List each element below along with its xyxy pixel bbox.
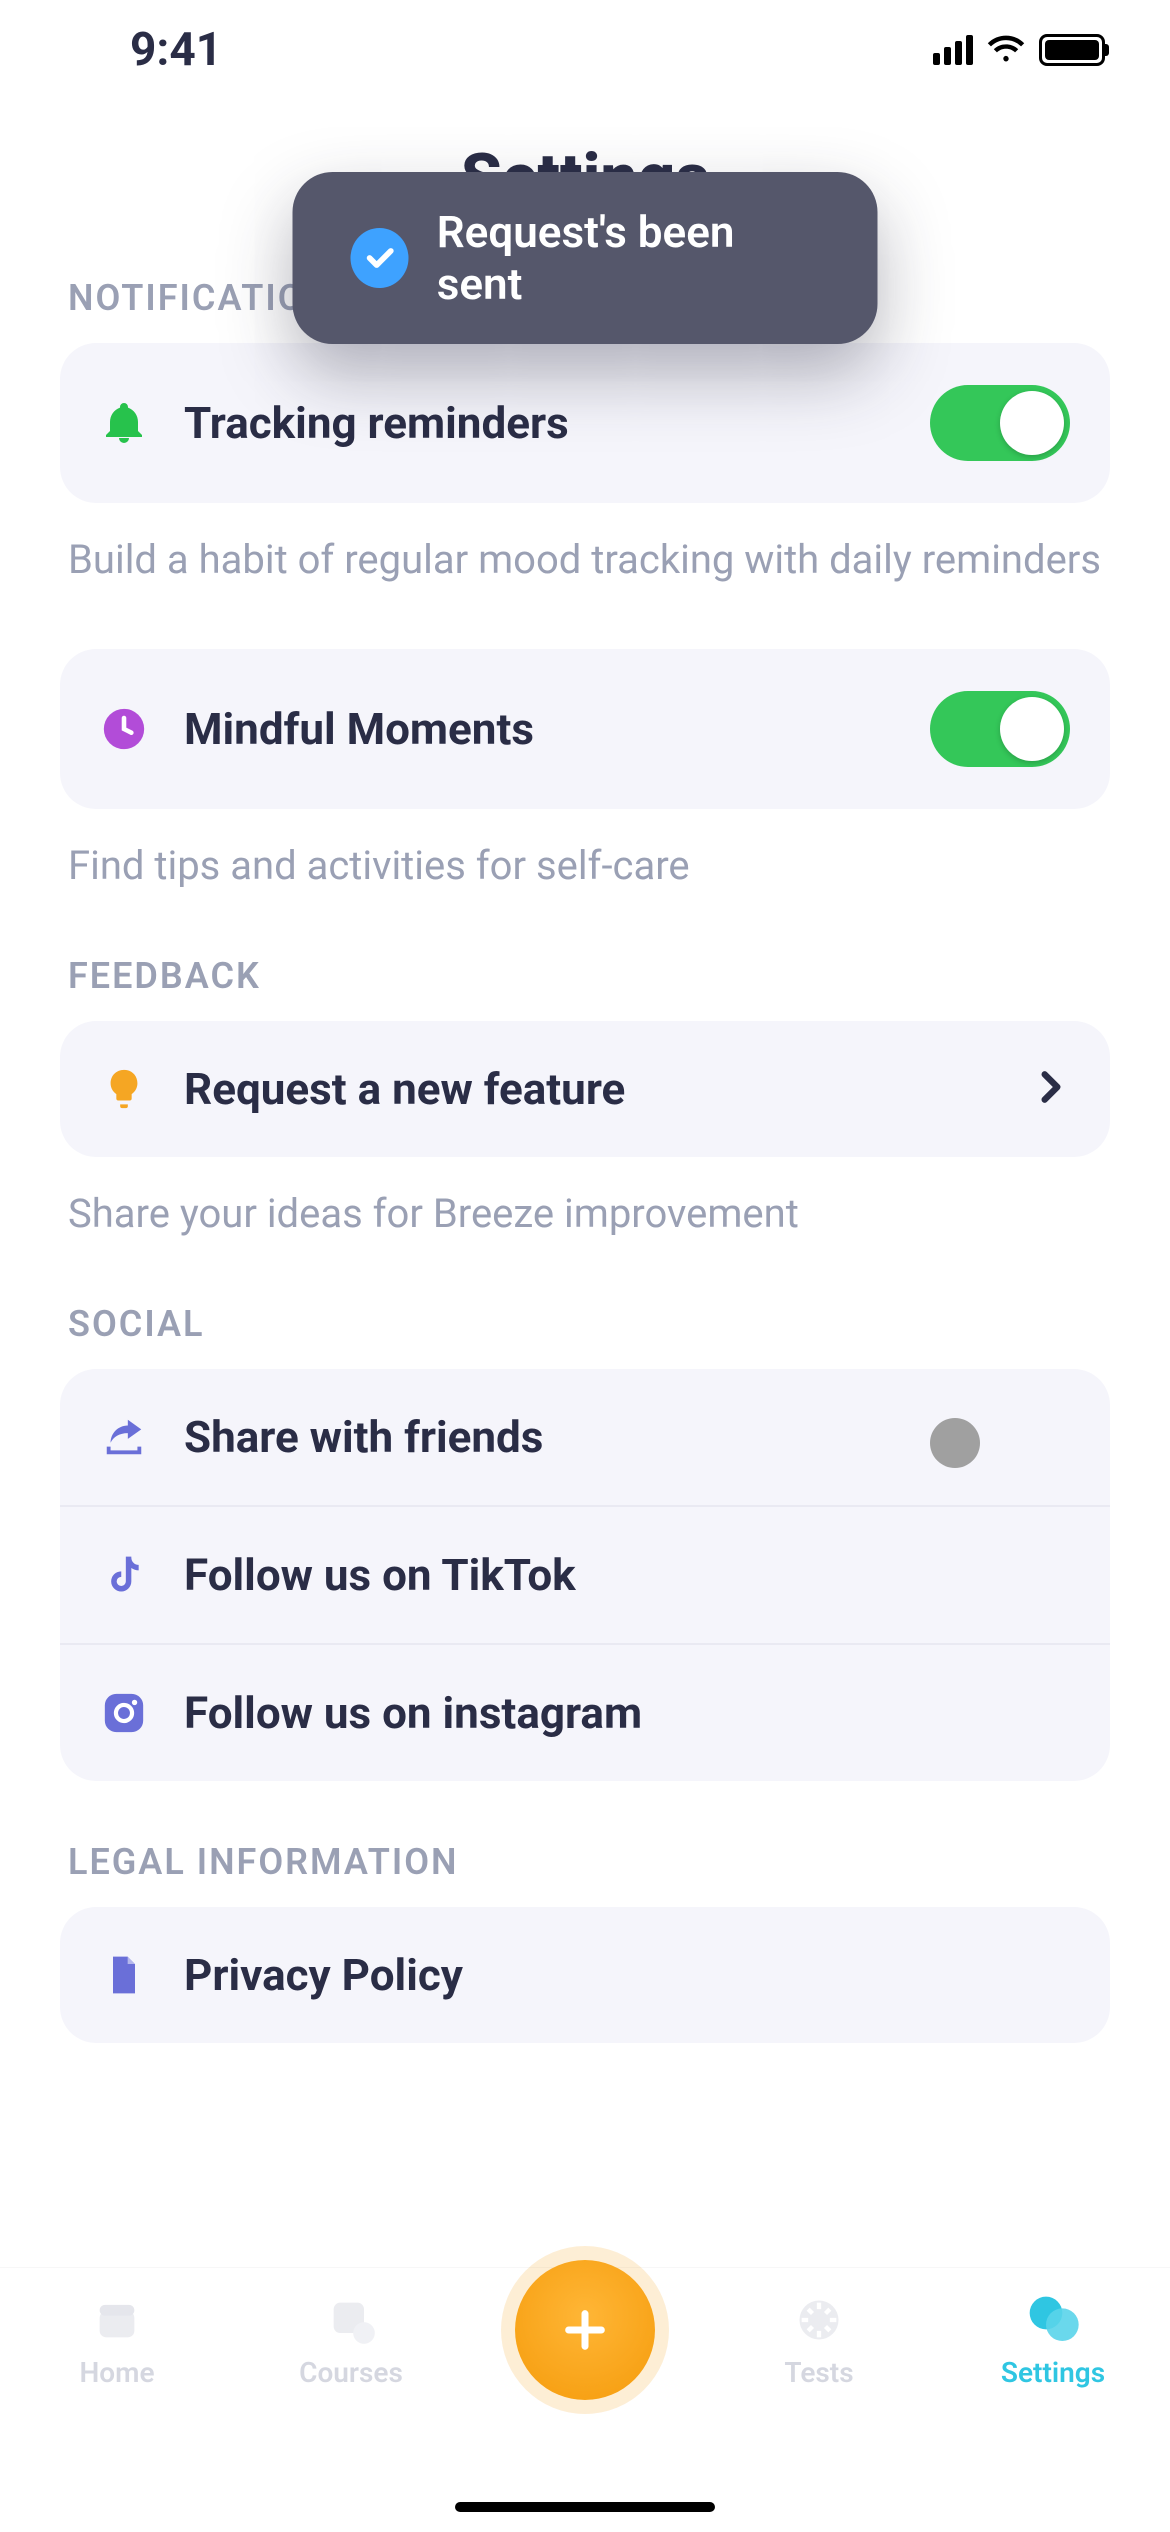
tab-settings-label: Settings: [1001, 2356, 1105, 2389]
settings-icon: [1025, 2292, 1081, 2348]
toast-message: Request's been sent: [437, 206, 820, 310]
share-icon: [100, 1413, 148, 1461]
follow-instagram-row[interactable]: Follow us on instagram: [60, 1643, 1110, 1781]
tab-home-label: Home: [79, 2356, 154, 2389]
tab-courses-label: Courses: [299, 2356, 403, 2389]
battery-icon: [1039, 34, 1105, 66]
tab-tests-label: Tests: [784, 2356, 853, 2389]
follow-instagram-label: Follow us on instagram: [184, 1687, 1070, 1739]
mindful-moments-toggle[interactable]: [930, 691, 1070, 767]
tab-tests[interactable]: Tests: [702, 2292, 936, 2389]
clock-icon: [100, 705, 148, 753]
courses-icon: [323, 2292, 379, 2348]
section-header-feedback: FEEDBACK: [68, 955, 1102, 997]
request-feature-card: Request a new feature: [60, 1021, 1110, 1157]
bell-icon: [100, 399, 148, 447]
mindful-moments-card: Mindful Moments: [60, 649, 1110, 809]
tracking-reminders-label: Tracking reminders: [184, 397, 894, 449]
tiktok-icon: [100, 1551, 148, 1599]
touch-indicator-dot: [930, 1418, 980, 1468]
home-icon: [89, 2292, 145, 2348]
lightbulb-icon: [100, 1065, 148, 1113]
fab-wrapper: [468, 2260, 702, 2400]
settings-content: NOTIFICATIONS Tracking reminders Build a…: [0, 277, 1170, 2043]
wifi-icon: [987, 33, 1025, 67]
mindful-moments-row[interactable]: Mindful Moments: [60, 649, 1110, 809]
status-time: 9:41: [130, 23, 222, 77]
document-icon: [100, 1951, 148, 1999]
tracking-reminders-card: Tracking reminders: [60, 343, 1110, 503]
cellular-signal-icon: [933, 35, 973, 65]
request-feature-label: Request a new feature: [184, 1063, 996, 1115]
status-icons: [933, 33, 1105, 67]
tab-settings[interactable]: Settings: [936, 2292, 1170, 2389]
privacy-policy-label: Privacy Policy: [184, 1949, 1070, 2001]
toast-request-sent: Request's been sent: [293, 172, 878, 344]
tab-courses[interactable]: Courses: [234, 2292, 468, 2389]
tab-home[interactable]: Home: [0, 2292, 234, 2389]
section-header-social: SOCIAL: [68, 1303, 1102, 1345]
follow-tiktok-row[interactable]: Follow us on TikTok: [60, 1505, 1110, 1643]
privacy-policy-row[interactable]: Privacy Policy: [60, 1907, 1110, 2043]
check-circle-icon: [351, 228, 409, 288]
tab-bar: Home Courses Tests Settings: [0, 2267, 1170, 2532]
status-bar: 9:41: [0, 0, 1170, 100]
section-header-legal: LEGAL INFORMATION: [68, 1841, 1102, 1883]
tracking-reminders-row[interactable]: Tracking reminders: [60, 343, 1110, 503]
request-feature-row[interactable]: Request a new feature: [60, 1021, 1110, 1157]
tracking-reminders-toggle[interactable]: [930, 385, 1070, 461]
request-feature-helper: Share your ideas for Breeze improvement: [68, 1185, 1102, 1243]
tests-icon: [791, 2292, 847, 2348]
add-button[interactable]: [515, 2260, 655, 2400]
mindful-moments-helper: Find tips and activities for self-care: [68, 837, 1102, 895]
instagram-icon: [100, 1689, 148, 1737]
home-indicator[interactable]: [455, 2502, 715, 2512]
legal-card: Privacy Policy: [60, 1907, 1110, 2043]
chevron-right-icon: [1032, 1068, 1070, 1110]
follow-tiktok-label: Follow us on TikTok: [184, 1549, 1070, 1601]
mindful-moments-label: Mindful Moments: [184, 703, 894, 755]
tracking-reminders-helper: Build a habit of regular mood tracking w…: [68, 531, 1102, 589]
